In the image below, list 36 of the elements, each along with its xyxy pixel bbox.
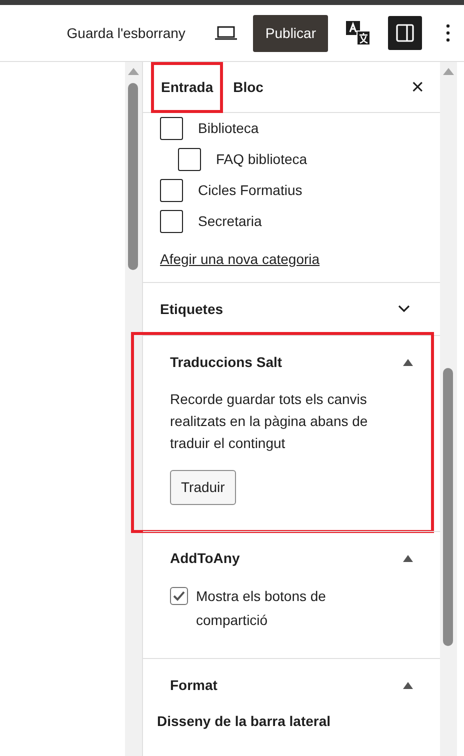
more-options-icon[interactable] bbox=[446, 24, 450, 42]
panel-title[interactable]: Etiquetes bbox=[160, 298, 224, 320]
checkbox[interactable] bbox=[170, 587, 188, 605]
panel-title[interactable]: Traduccions Salt bbox=[170, 352, 282, 372]
panel-description: Recorde guardar tots els canvis realitzats en la pàgina abans de traduir el contingut bbox=[170, 390, 369, 453]
checkbox[interactable] bbox=[178, 148, 201, 171]
checkbox-label: Mostra els botons de compartició bbox=[196, 587, 327, 630]
collapse-icon[interactable] bbox=[403, 682, 413, 688]
scrollbar[interactable] bbox=[125, 62, 142, 756]
save-draft-link[interactable]: Guarda l'esborrany bbox=[66, 22, 186, 44]
category-label: Biblioteca bbox=[198, 119, 259, 138]
category-label: Secretaria bbox=[198, 212, 262, 231]
panel-title[interactable]: Format bbox=[170, 674, 218, 696]
collapse-icon[interactable] bbox=[403, 554, 413, 562]
chevron-down-icon[interactable] bbox=[398, 305, 410, 313]
scrollbar-thumb[interactable] bbox=[128, 83, 138, 270]
checkbox[interactable] bbox=[160, 179, 183, 202]
publish-button[interactable]: Publicar bbox=[253, 14, 328, 52]
sidebar-tab[interactable]: Entrada bbox=[151, 62, 224, 112]
category-label: FAQ biblioteca bbox=[216, 150, 308, 169]
laptop-icon[interactable] bbox=[215, 26, 238, 40]
sidebar-toggle-button[interactable] bbox=[388, 16, 422, 50]
category-label: Cicles Formatius bbox=[198, 181, 302, 200]
section-subheading: Disseny de la barra lateral bbox=[157, 712, 332, 731]
checkbox[interactable] bbox=[160, 210, 183, 233]
checkbox[interactable] bbox=[160, 117, 183, 140]
translate-icon[interactable] bbox=[344, 19, 372, 47]
collapse-icon[interactable] bbox=[403, 358, 413, 366]
close-button[interactable]: × bbox=[411, 70, 424, 104]
add-category-link[interactable]: Afegir una nova categoria bbox=[160, 251, 320, 267]
panel-title[interactable]: AddToAny bbox=[170, 548, 240, 568]
translate-button[interactable]: Traduir bbox=[170, 470, 236, 505]
scrollbar-thumb[interactable] bbox=[443, 368, 453, 646]
sidebar-icon bbox=[396, 24, 414, 42]
scrollbar[interactable] bbox=[440, 62, 457, 756]
sidebar-tab[interactable]: Bloc bbox=[223, 62, 274, 112]
